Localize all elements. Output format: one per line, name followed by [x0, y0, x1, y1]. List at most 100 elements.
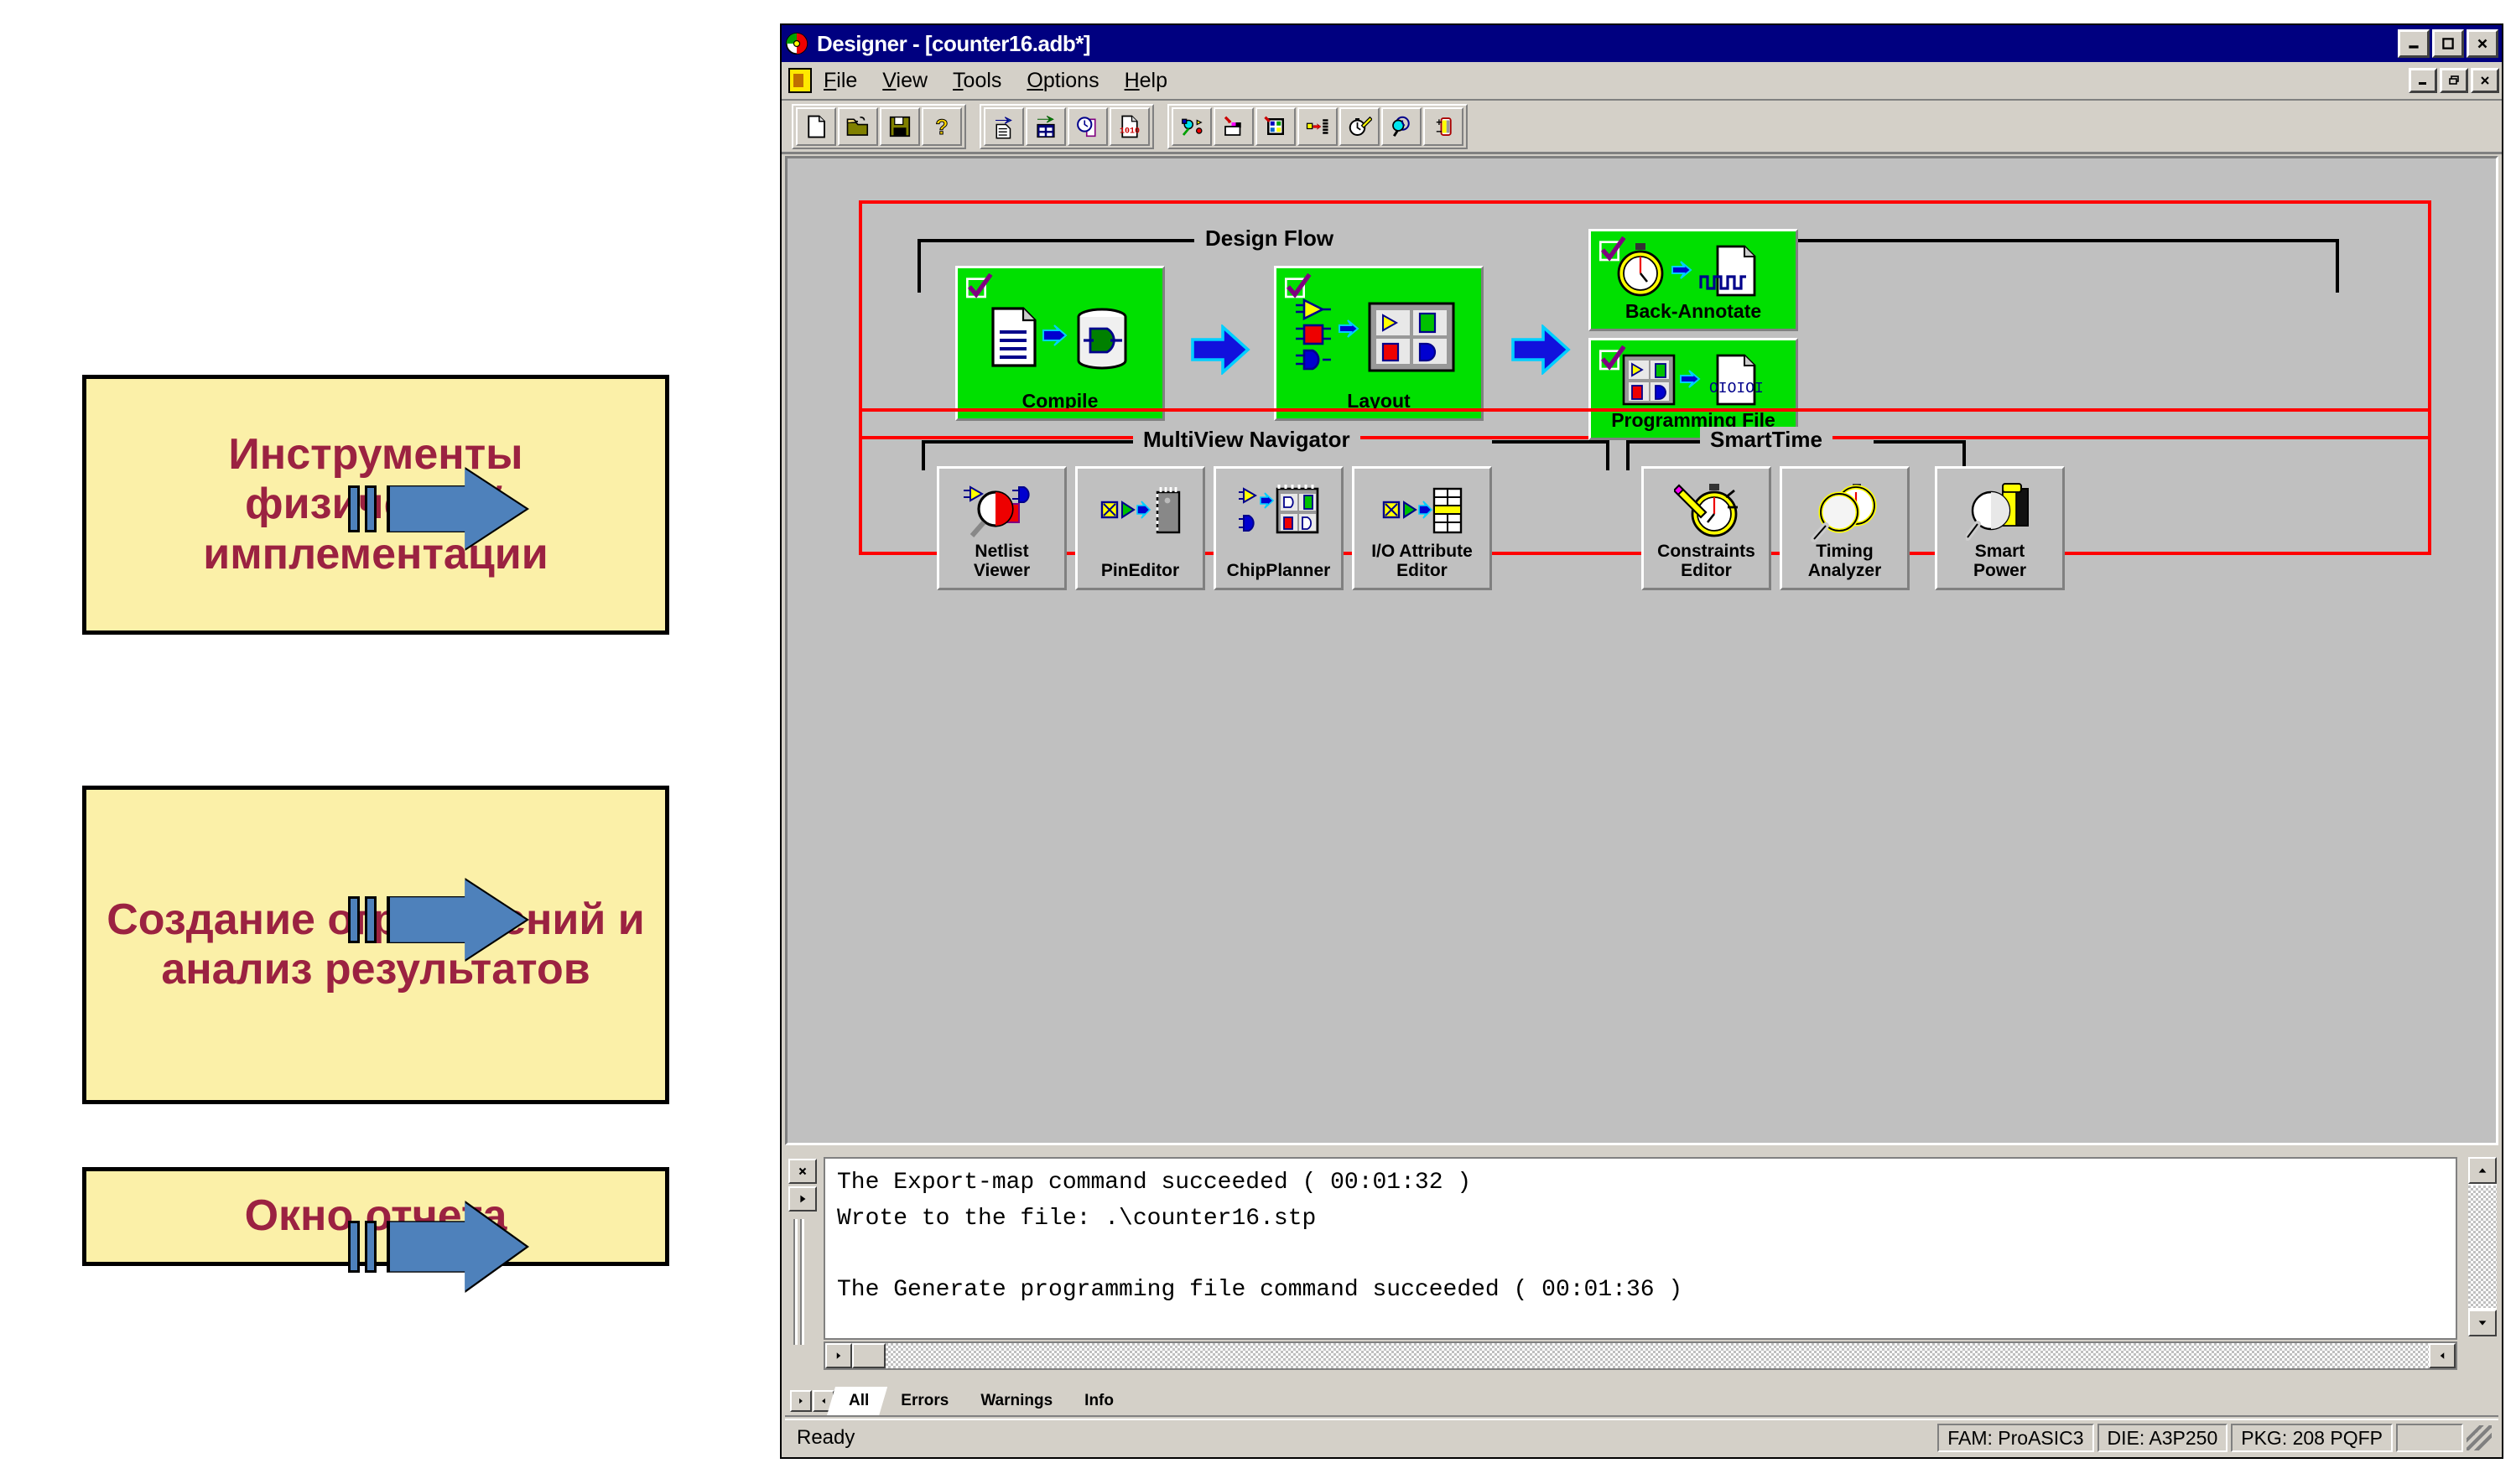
status-message: Ready	[797, 1426, 855, 1449]
scroll-down-button[interactable]	[2468, 1310, 2497, 1336]
import-netlist-icon	[995, 116, 1012, 138]
status-cell-family: FAM: ProASIC3	[1937, 1424, 2094, 1452]
resize-grip-icon[interactable]	[2467, 1425, 2492, 1450]
designer-application-window: Designer - [counter16.adb*] File View To…	[780, 23, 2503, 1459]
button-chipplanner[interactable]: ChipPlanner	[1214, 466, 1344, 590]
menu-view[interactable]: View	[882, 69, 928, 93]
button-label: I/O Attribute Editor	[1371, 541, 1473, 581]
log-drag-handle[interactable]	[793, 1219, 807, 1345]
svg-text:1010: 1010	[1120, 127, 1140, 136]
pin-editor-button[interactable]	[1214, 106, 1254, 146]
menu-file[interactable]: File	[824, 69, 857, 93]
pointer-arrow-icon	[348, 467, 533, 551]
document-to-database-icon	[991, 307, 1127, 370]
scroll-right-button[interactable]	[2429, 1343, 2456, 1368]
mvn-bracket-right	[1492, 440, 1609, 470]
scroll-left-button[interactable]	[825, 1343, 852, 1368]
timing-analyzer-button[interactable]	[1381, 106, 1422, 146]
button-smart-power[interactable]: Smart Power	[1935, 466, 2065, 590]
chip-planner-icon	[1264, 116, 1284, 135]
button-pineditor[interactable]: PinEditor	[1075, 466, 1205, 590]
arrow-right-icon	[822, 1398, 825, 1404]
mdi-close-button[interactable]	[2471, 68, 2499, 93]
new-file-button[interactable]	[796, 106, 836, 146]
pointer-arrow-icon	[348, 878, 533, 962]
minimize-button[interactable]	[2398, 29, 2430, 58]
stopwatch-to-waveform-icon	[1617, 243, 1756, 297]
button-label: ChipPlanner	[1226, 561, 1331, 581]
tile-compile[interactable]: Compile	[955, 266, 1165, 421]
programming-file-button[interactable]: 1010	[1110, 106, 1150, 146]
status-cell-package: PKG: 208 PQFP	[2231, 1424, 2393, 1452]
title-bar: Designer - [counter16.adb*]	[782, 25, 2502, 62]
client-area: Design Flow Compile Layout Back-Annotate…	[785, 156, 2498, 1145]
timing-report-icon	[1077, 116, 1096, 137]
open-folder-icon	[846, 116, 869, 136]
scroll-up-button[interactable]	[2468, 1157, 2497, 1184]
log-horizontal-scrollbar[interactable]	[824, 1341, 2457, 1370]
timing-analyzer-icon	[1392, 116, 1410, 137]
menu-bar: File View Tools Options Help	[782, 62, 2502, 101]
help-button[interactable]: ?	[922, 106, 962, 146]
toolbar-group-file: ?	[792, 103, 966, 149]
log-vertical-scrollbar[interactable]	[2468, 1157, 2497, 1336]
menu-options[interactable]: Options	[1027, 69, 1099, 93]
tile-back-annotate[interactable]: Back-Annotate	[1588, 229, 1798, 331]
svg-text:?: ?	[935, 115, 948, 138]
new-file-icon	[808, 115, 825, 138]
tab-scroll-left-button[interactable]	[790, 1390, 812, 1412]
scroll-track[interactable]	[2468, 1186, 2497, 1308]
button-timing-analyzer[interactable]: Timing Analyzer	[1780, 466, 1910, 590]
checkmark-icon	[966, 273, 993, 298]
close-button[interactable]	[2467, 29, 2498, 58]
netlist-viewer-button[interactable]	[1172, 106, 1212, 146]
mdi-restore-button[interactable]	[2440, 68, 2468, 93]
restore-icon	[2449, 75, 2459, 85]
smart-power-button[interactable]: + −	[1423, 106, 1463, 146]
save-file-button[interactable]	[880, 106, 920, 146]
arrow-up-icon	[2478, 1168, 2487, 1173]
mdi-minimize-button[interactable]	[2409, 68, 2437, 93]
close-icon	[2481, 76, 2489, 85]
window-title: Designer - [counter16.adb*]	[817, 30, 1091, 56]
tab-info[interactable]: Info	[1063, 1387, 1132, 1415]
tab-warnings[interactable]: Warnings	[959, 1387, 1071, 1415]
log-tab-strip: All Errors Warnings Info	[785, 1382, 2498, 1417]
flow-arrow-icon	[1511, 324, 1571, 375]
button-label: Timing Analyzer	[1807, 541, 1882, 581]
io-table-icon	[1382, 487, 1462, 534]
status-cell-die: DIE: A3P250	[2097, 1424, 2228, 1452]
svg-text:OIOIOI: OIOIOI	[1709, 381, 1764, 397]
io-attribute-editor-button[interactable]	[1297, 106, 1338, 146]
chip-to-binary-icon: OIOIOI	[1622, 354, 1764, 406]
constraints-editor-button[interactable]	[1339, 106, 1380, 146]
tab-all[interactable]: All	[827, 1387, 887, 1415]
expand-log-button[interactable]	[788, 1186, 817, 1212]
toolbar: ? 1010 + −	[782, 101, 2502, 154]
button-io-attribute-editor[interactable]: I/O Attribute Editor	[1352, 466, 1492, 590]
import-netlist-button[interactable]	[984, 106, 1024, 146]
open-file-button[interactable]	[838, 106, 878, 146]
scroll-thumb[interactable]	[852, 1343, 886, 1368]
design-flow-label: Design Flow	[1195, 226, 1344, 252]
tile-layout[interactable]: Layout	[1274, 266, 1484, 421]
button-netlist-viewer[interactable]: Netlist Viewer	[937, 466, 1067, 590]
log-pane: The Export-map command succeeded ( 00:01…	[785, 1155, 2498, 1383]
menu-tools[interactable]: Tools	[953, 69, 1001, 93]
tab-errors[interactable]: Errors	[879, 1387, 967, 1415]
button-label: PinEditor	[1100, 561, 1180, 581]
import-constraints-button[interactable]	[1026, 106, 1066, 146]
timing-report-button[interactable]	[1068, 106, 1108, 146]
close-log-button[interactable]	[788, 1159, 817, 1184]
menu-help[interactable]: Help	[1125, 69, 1167, 93]
magnifier-battery-icon	[1965, 483, 2029, 541]
button-constraints-editor[interactable]: Constraints Editor	[1641, 466, 1771, 590]
log-text-area[interactable]: The Export-map command succeeded ( 00:01…	[824, 1157, 2457, 1340]
gates-chip-icon	[1238, 485, 1318, 534]
button-label: Constraints Editor	[1657, 541, 1755, 581]
svg-text:−: −	[1436, 126, 1442, 138]
maximize-button[interactable]	[2432, 29, 2464, 58]
chip-planner-button[interactable]	[1255, 106, 1296, 146]
help-question-icon: ?	[935, 115, 949, 139]
arrow-left-icon	[836, 1352, 841, 1359]
